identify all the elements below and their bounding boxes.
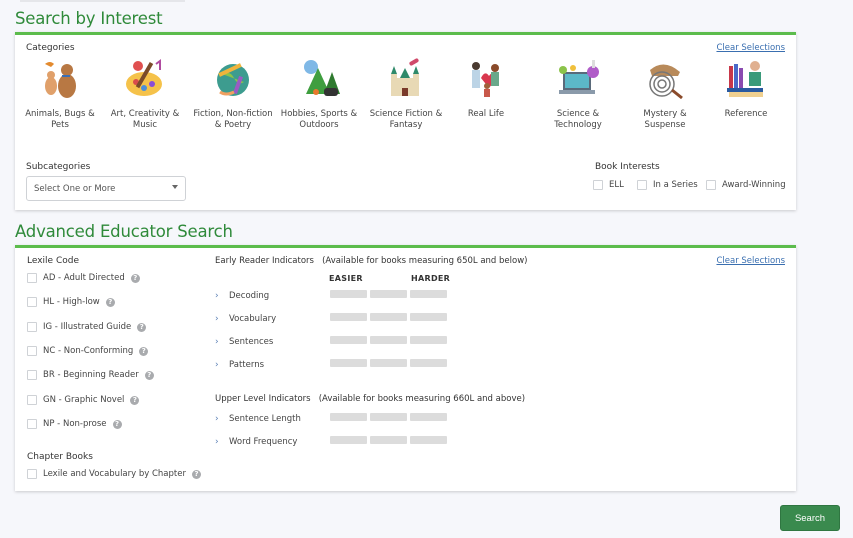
art-icon	[121, 55, 169, 103]
indicator-word-frequency[interactable]: › Word Frequency	[215, 437, 297, 447]
lexile-ig[interactable]: IG - Illustrated Guide?	[27, 322, 147, 332]
lexile-hl[interactable]: HL - High-low?	[27, 297, 115, 307]
checkbox[interactable]	[27, 419, 37, 429]
checkbox[interactable]	[27, 297, 37, 307]
help-icon[interactable]: ?	[144, 370, 154, 380]
category-label: Animals, Bugs & Pets	[25, 109, 95, 130]
checkbox[interactable]	[637, 180, 647, 190]
hobbies-icon	[295, 55, 343, 103]
category-label: Hobbies, Sports & Outdoors	[280, 109, 358, 130]
laptop-science-icon	[554, 55, 602, 103]
top-divider	[20, 0, 185, 2]
category-art[interactable]: Art, Creativity & Music	[105, 55, 185, 131]
book-interests-label: Book Interests	[595, 162, 660, 172]
category-reference[interactable]: Reference	[706, 55, 786, 120]
fingerprint-icon	[641, 55, 689, 103]
category-mystery[interactable]: Mystery & Suspense	[625, 55, 705, 131]
early-reader-label: Early Reader Indicators (Available for b…	[215, 256, 528, 266]
indicator-vocabulary[interactable]: › Vocabulary	[215, 314, 276, 324]
categories-label: Categories	[26, 43, 75, 53]
indicator-sentences[interactable]: › Sentences	[215, 337, 273, 347]
category-label: Art, Creativity & Music	[110, 109, 180, 130]
harder-label: HARDER	[411, 274, 451, 283]
checkbox[interactable]	[593, 180, 603, 190]
sentences-slider[interactable]	[330, 336, 447, 344]
category-label: Reference	[724, 109, 768, 119]
chapter-lexile-vocab[interactable]: Lexile and Vocabulary by Chapter?	[27, 469, 201, 479]
chevron-right-icon: ›	[215, 337, 219, 347]
checkbox-ell[interactable]: ELL	[593, 180, 624, 190]
help-icon[interactable]: ?	[191, 469, 201, 479]
indicator-sentence-length[interactable]: › Sentence Length	[215, 414, 301, 424]
category-label: Mystery & Suspense	[643, 109, 687, 130]
advanced-search-title: Advanced Educator Search	[15, 222, 233, 241]
help-icon[interactable]: ?	[105, 297, 115, 307]
checkbox[interactable]	[27, 370, 37, 380]
category-label: Fiction, Non-fiction & Poetry	[193, 109, 273, 130]
clear-advanced-link[interactable]: Clear Selections	[716, 256, 785, 266]
animals-icon	[36, 55, 84, 103]
sentence-length-slider[interactable]	[330, 413, 447, 421]
decoding-slider[interactable]	[330, 290, 447, 298]
interest-panel: Categories Clear Selections Animals, Bug…	[15, 32, 796, 210]
category-fiction[interactable]: Fiction, Non-fiction & Poetry	[193, 55, 273, 131]
category-science[interactable]: Science & Technology	[538, 55, 618, 131]
checkbox-award-winning[interactable]: Award-Winning	[706, 180, 786, 190]
help-icon[interactable]: ?	[130, 273, 140, 283]
chapter-books-label: Chapter Books	[27, 452, 93, 462]
subcategories-label: Subcategories	[26, 162, 91, 172]
subcategories-select[interactable]: Select One or More	[26, 176, 186, 201]
lexile-gn[interactable]: GN - Graphic Novel?	[27, 395, 140, 405]
category-real-life[interactable]: Real Life	[446, 55, 526, 120]
category-scifi[interactable]: Science Fiction & Fantasy	[366, 55, 446, 131]
checkbox[interactable]	[27, 322, 37, 332]
word-frequency-slider[interactable]	[330, 436, 447, 444]
help-icon[interactable]: ?	[139, 346, 149, 356]
subcategories-placeholder: Select One or More	[34, 184, 116, 194]
search-by-interest-title: Search by Interest	[15, 9, 163, 28]
checkbox-in-a-series[interactable]: In a Series	[637, 180, 698, 190]
checkbox[interactable]	[27, 273, 37, 283]
search-button[interactable]: Search	[780, 505, 840, 531]
checkbox[interactable]	[27, 395, 37, 405]
chevron-right-icon: ›	[215, 437, 219, 447]
category-label: Science & Technology	[554, 109, 602, 130]
checkbox[interactable]	[706, 180, 716, 190]
help-icon[interactable]: ?	[112, 419, 122, 429]
checkbox[interactable]	[27, 469, 37, 479]
family-icon	[462, 55, 510, 103]
books-reader-icon	[722, 55, 770, 103]
help-icon[interactable]: ?	[130, 395, 140, 405]
easier-label: EASIER	[329, 274, 363, 283]
lexile-ad[interactable]: AD - Adult Directed?	[27, 273, 140, 283]
lexile-np[interactable]: NP - Non-prose?	[27, 419, 122, 429]
indicator-decoding[interactable]: › Decoding	[215, 291, 269, 301]
category-hobbies[interactable]: Hobbies, Sports & Outdoors	[279, 55, 359, 131]
category-label: Science Fiction & Fantasy	[369, 109, 443, 130]
lexile-nc[interactable]: NC - Non-Conforming?	[27, 346, 149, 356]
globe-books-icon	[209, 55, 257, 103]
chevron-right-icon: ›	[215, 414, 219, 424]
vocabulary-slider[interactable]	[330, 313, 447, 321]
chevron-right-icon: ›	[215, 360, 219, 370]
clear-interest-link[interactable]: Clear Selections	[716, 43, 785, 53]
help-icon[interactable]: ?	[137, 322, 147, 332]
category-label: Real Life	[467, 109, 505, 119]
checkbox[interactable]	[27, 346, 37, 356]
castle-rocket-icon	[382, 55, 430, 103]
lexile-code-label: Lexile Code	[27, 256, 80, 266]
advanced-panel: Clear Selections Lexile Code AD - Adult …	[15, 245, 796, 491]
category-animals[interactable]: Animals, Bugs & Pets	[20, 55, 100, 131]
indicator-patterns[interactable]: › Patterns	[215, 360, 264, 370]
chevron-right-icon: ›	[215, 314, 219, 324]
patterns-slider[interactable]	[330, 359, 447, 367]
chevron-down-icon	[172, 185, 178, 189]
chevron-right-icon: ›	[215, 291, 219, 301]
lexile-br[interactable]: BR - Beginning Reader?	[27, 370, 154, 380]
upper-level-label: Upper Level Indicators (Available for bo…	[215, 394, 526, 404]
